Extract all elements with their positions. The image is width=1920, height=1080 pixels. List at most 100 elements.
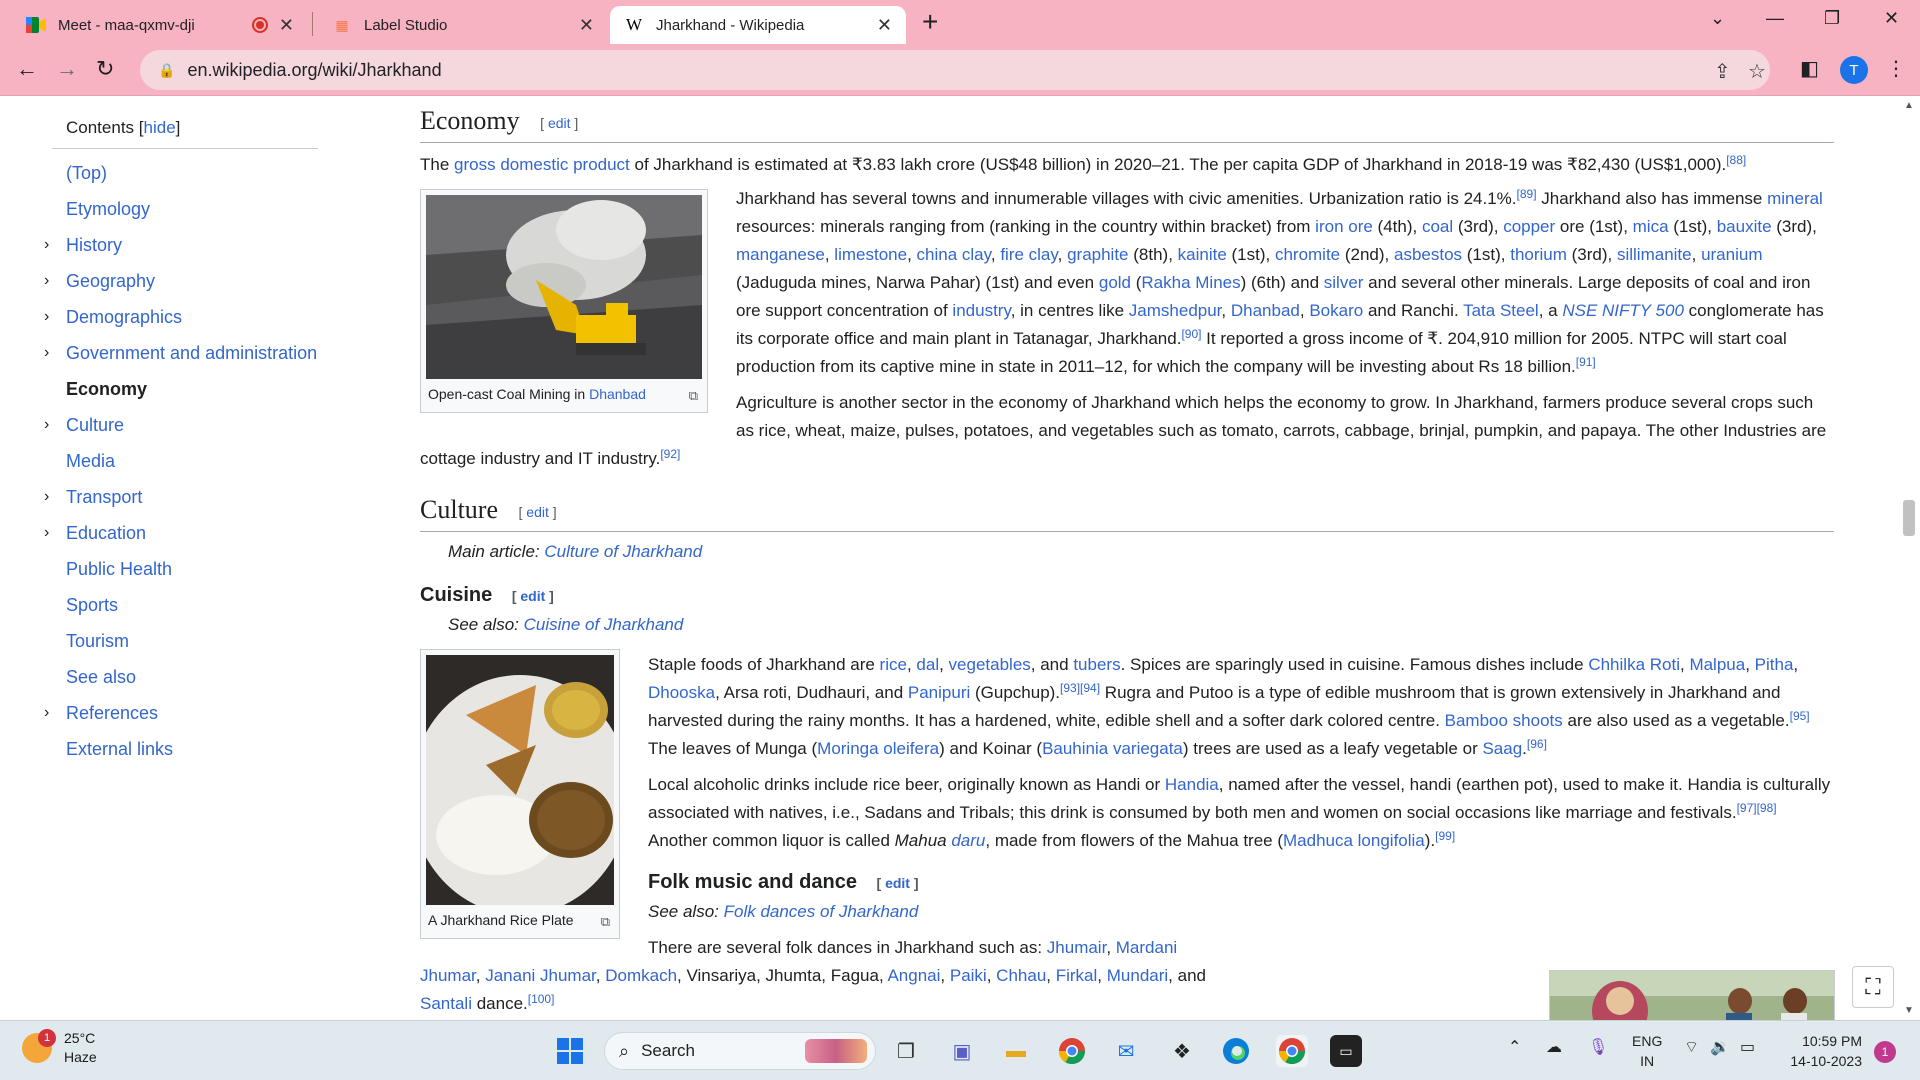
reference-link[interactable]: [89]	[1517, 187, 1537, 201]
inline-link[interactable]: vegetables	[949, 655, 1031, 674]
profile-avatar[interactable]: T	[1840, 56, 1868, 84]
reference-link[interactable]: [98]	[1757, 801, 1777, 815]
inline-link[interactable]: kainite	[1178, 245, 1227, 264]
share-icon[interactable]: ⇪	[1714, 59, 1731, 84]
minimize-icon[interactable]: —	[1766, 8, 1784, 29]
inline-link[interactable]: iron ore	[1315, 217, 1373, 236]
inline-link[interactable]: Jhumair	[1047, 938, 1107, 957]
inline-link[interactable]: silver	[1324, 273, 1364, 292]
task-view-icon[interactable]: ❐	[890, 1035, 922, 1067]
enlarge-icon[interactable]: ⧉	[689, 385, 698, 407]
toc-item[interactable]: External links	[52, 731, 332, 767]
close-icon[interactable]: ✕	[279, 15, 294, 36]
inline-link[interactable]: fire clay	[1000, 245, 1057, 264]
inline-link[interactable]: manganese	[736, 245, 825, 264]
scroll-down-icon[interactable]: ▼	[1904, 1005, 1914, 1016]
lock-icon[interactable]: 🔒	[158, 62, 175, 79]
dhanbad-caption-link[interactable]: Dhanbad	[589, 386, 646, 402]
mail-icon[interactable]: ✉	[1110, 1035, 1142, 1067]
address-bar[interactable]: 🔒 en.wikipedia.org/wiki/Jharkhand ⇪ ☆	[140, 50, 1770, 90]
close-icon[interactable]: ✕	[877, 15, 892, 36]
reference-link[interactable]: [93]	[1060, 681, 1080, 695]
reference-88[interactable]: [88]	[1726, 153, 1746, 167]
inline-link[interactable]: Jamshedpur	[1129, 301, 1222, 320]
inline-link[interactable]: Bauhinia variegata	[1042, 739, 1183, 758]
enlarge-icon[interactable]: ⧉	[601, 911, 610, 933]
inline-link[interactable]: Moringa oleifera	[817, 739, 939, 758]
inline-link[interactable]: Firkal	[1056, 966, 1098, 985]
inline-link[interactable]: sillimanite	[1617, 245, 1692, 264]
new-tab-plus-icon[interactable]: +	[922, 6, 938, 38]
inline-link[interactable]: tubers	[1073, 655, 1120, 674]
side-panel-icon[interactable]: ◧	[1800, 56, 1819, 81]
folk-dances-of-jharkhand-link[interactable]: Folk dances of Jharkhand	[724, 902, 919, 921]
edit-link-cuisine[interactable]: [ edit ]	[512, 588, 554, 604]
inline-link[interactable]: Madhuca longifolia	[1283, 831, 1425, 850]
inline-link[interactable]: china clay	[917, 245, 991, 264]
chrome-profile-icon[interactable]	[1276, 1035, 1308, 1067]
inline-link[interactable]: Handia	[1165, 775, 1219, 794]
chevron-right-icon[interactable]: ›	[44, 515, 49, 551]
inline-link[interactable]: bauxite	[1717, 217, 1772, 236]
teams-chat-icon[interactable]: ▣	[946, 1035, 978, 1067]
toc-item[interactable]: › Geography	[44, 263, 332, 299]
rice-plate-image[interactable]	[410, 654, 630, 915]
inline-link[interactable]: Dhanbad	[1231, 301, 1300, 320]
tab-jharkhand-wikipedia[interactable]: W Jharkhand - Wikipedia ✕	[610, 6, 906, 44]
tab-label-studio[interactable]: ▦ Label Studio ✕	[318, 6, 608, 44]
inline-link[interactable]: Angnai	[887, 966, 940, 985]
inline-link[interactable]: mineral	[1767, 189, 1823, 208]
battery-icon[interactable]: ▭	[1740, 1037, 1755, 1057]
chevron-right-icon[interactable]: ›	[44, 299, 49, 335]
scrollbar-thumb[interactable]	[1903, 500, 1915, 536]
inline-link[interactable]: dal	[916, 655, 939, 674]
toc-item[interactable]: › Demographics	[44, 299, 332, 335]
reference-link[interactable]: [99]	[1435, 829, 1455, 843]
toc-item[interactable]: (Top)	[52, 155, 332, 191]
inline-link[interactable]: Mundari	[1107, 966, 1168, 985]
inline-link[interactable]: industry	[952, 301, 1010, 320]
toc-hide-link[interactable]: hide	[144, 118, 176, 137]
coal-mining-image[interactable]	[426, 195, 702, 380]
inline-link[interactable]: Saag	[1482, 739, 1522, 758]
inline-link[interactable]: Panipuri	[908, 683, 970, 702]
culture-of-jharkhand-link[interactable]: Culture of Jharkhand	[544, 542, 702, 561]
weather-widget[interactable]: 1 25°C Haze	[22, 1029, 97, 1067]
inline-link[interactable]: Dhooska	[648, 683, 715, 702]
inline-link[interactable]: Chhilka Roti	[1588, 655, 1680, 674]
inline-link[interactable]: Bokaro	[1309, 301, 1363, 320]
toc-item[interactable]: › References	[44, 695, 332, 731]
chevron-right-icon[interactable]: ›	[44, 695, 49, 731]
taskbar-search-box[interactable]: ⌕ Search	[604, 1032, 876, 1070]
inline-link[interactable]: gold	[1099, 273, 1131, 292]
edit-link-economy[interactable]: [ edit ]	[540, 115, 578, 131]
edge-browser-icon[interactable]	[1220, 1035, 1252, 1067]
inline-link[interactable]: Rakha Mines	[1141, 273, 1240, 292]
page-scrollbar[interactable]: ▲ ▼	[1898, 96, 1920, 1020]
inline-link[interactable]: Chhau	[996, 966, 1046, 985]
chevron-right-icon[interactable]: ›	[44, 479, 49, 515]
edit-link-culture[interactable]: [ edit ]	[519, 504, 557, 520]
inline-link[interactable]: asbestos	[1394, 245, 1462, 264]
inline-link[interactable]: rice	[880, 655, 907, 674]
inline-link[interactable]: thorium	[1510, 245, 1567, 264]
back-arrow-icon[interactable]: ←	[16, 56, 38, 82]
inline-link[interactable]: NSE NIFTY 500	[1562, 301, 1684, 320]
toc-item[interactable]: Etymology	[52, 191, 332, 227]
inline-link[interactable]: Pitha	[1755, 655, 1794, 674]
chevron-right-icon[interactable]: ›	[44, 335, 49, 371]
inline-link[interactable]: Domkach	[605, 966, 677, 985]
microphone-icon[interactable]: 🎙	[1588, 1037, 1608, 1057]
reference-92[interactable]: [92]	[660, 447, 680, 461]
close-icon[interactable]: ✕	[579, 15, 594, 36]
inline-link[interactable]: uranium	[1701, 245, 1762, 264]
restore-icon[interactable]: ❐	[1824, 8, 1840, 29]
toc-item[interactable]: Economy	[52, 371, 332, 407]
inline-link[interactable]: Malpua	[1689, 655, 1745, 674]
toc-item[interactable]: Public Health	[52, 551, 332, 587]
notification-badge[interactable]: 1	[1874, 1041, 1896, 1063]
menu-kebab-icon[interactable]: ⋮	[1886, 56, 1906, 81]
inline-link[interactable]: mica	[1633, 217, 1669, 236]
toc-item[interactable]: › History	[44, 227, 332, 263]
chevron-right-icon[interactable]: ›	[44, 263, 49, 299]
